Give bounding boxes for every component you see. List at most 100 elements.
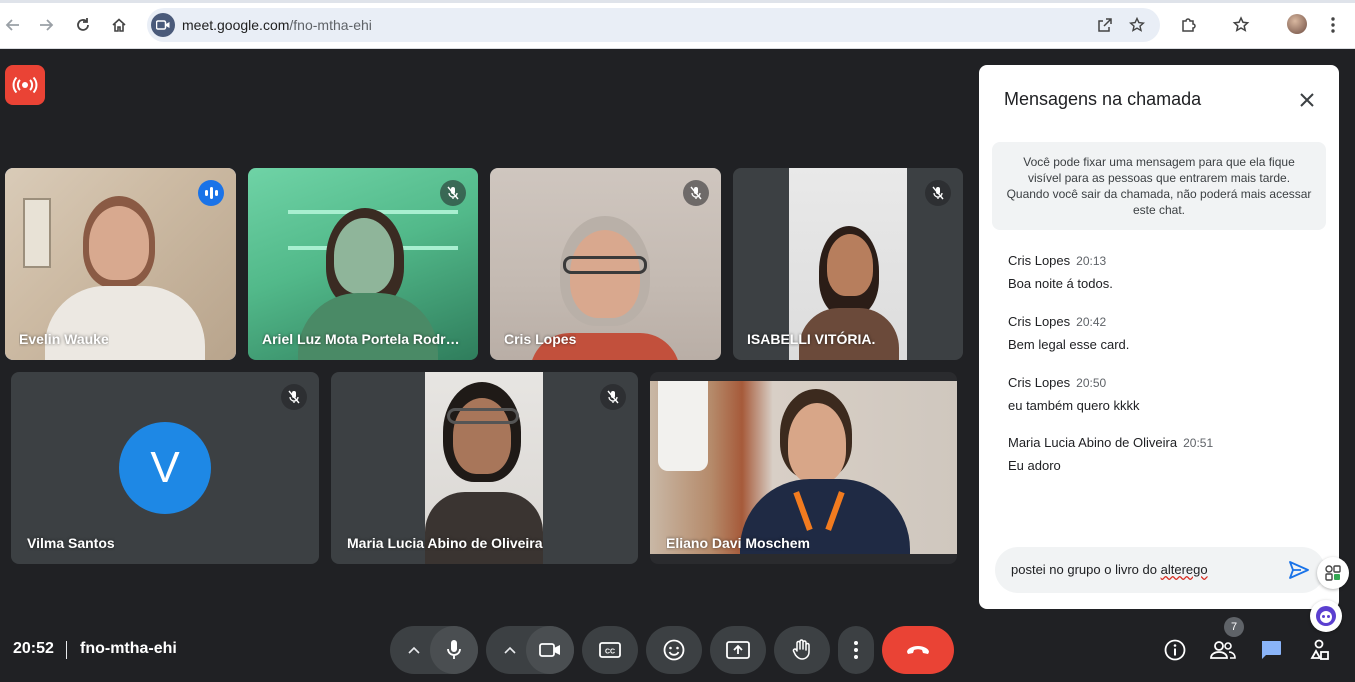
emoji-reactions-button[interactable] — [646, 626, 702, 674]
send-icon[interactable] — [1287, 558, 1311, 582]
microphone-button[interactable] — [430, 626, 478, 674]
audio-options-chevron-icon[interactable] — [394, 626, 434, 674]
glasses — [563, 256, 647, 274]
extensions-icon[interactable] — [1176, 12, 1202, 38]
assistant-extension-icon[interactable] — [1310, 600, 1342, 632]
close-icon[interactable] — [1292, 85, 1322, 115]
back-icon[interactable] — [0, 12, 26, 38]
chat-message-input[interactable]: postei no grupo o livro do alterego — [995, 547, 1325, 593]
meeting-clock: 20:52 — [13, 640, 54, 657]
message-sender: Maria Lucia Abino de Oliveira — [1008, 435, 1178, 450]
chat-input-text: postei no grupo o livro do — [1011, 562, 1161, 577]
participant-tile[interactable]: V Vilma Santos — [11, 372, 319, 564]
participant-name: Maria Lucia Abino de Oliveira — [347, 535, 543, 551]
home-icon[interactable] — [106, 12, 132, 38]
chat-message: Cris Lopes 20:42 Bem legal esse card. — [1008, 314, 1318, 352]
message-time: 20:51 — [1183, 436, 1214, 450]
chat-title: Mensagens na chamada — [1004, 89, 1202, 109]
participant-name: Vilma Santos — [27, 535, 115, 551]
person-body — [45, 286, 205, 360]
person-face — [827, 234, 873, 296]
captions-button[interactable]: CC — [582, 626, 638, 674]
mic-off-icon — [281, 384, 307, 410]
message-sender: Cris Lopes — [1008, 375, 1071, 390]
chat-message: Cris Lopes 20:13 Boa noite á todos. — [1008, 253, 1318, 291]
message-sender: Cris Lopes — [1008, 314, 1071, 329]
mic-off-icon — [600, 384, 626, 410]
chat-panel: Mensagens na chamada Você pode fixar uma… — [979, 65, 1339, 609]
meeting-code[interactable]: fno-mtha-ehi — [80, 640, 177, 658]
wall-frame — [23, 198, 51, 268]
camera-button[interactable] — [526, 626, 574, 674]
message-sender: Cris Lopes — [1008, 253, 1071, 268]
message-header: Maria Lucia Abino de Oliveira 20:51 — [1008, 435, 1318, 450]
url-host: meet.google.com — [182, 17, 290, 33]
participant-name: Evelin Wauke — [19, 331, 109, 347]
leave-call-button[interactable] — [882, 626, 954, 674]
forward-icon[interactable] — [33, 12, 59, 38]
people-count-badge: 7 — [1224, 617, 1244, 637]
mic-off-icon — [440, 180, 466, 206]
participant-tile[interactable]: ISABELLI VITÓRIA. — [733, 168, 963, 360]
activities-icon[interactable] — [1305, 636, 1333, 664]
speaking-indicator-icon — [198, 180, 224, 206]
url-path: /fno-mtha-ehi — [289, 17, 372, 33]
raise-hand-button[interactable] — [774, 626, 830, 674]
avatar: V — [119, 422, 211, 514]
people-icon[interactable] — [1209, 636, 1237, 664]
participant-tile[interactable]: Eliano Davi Moschem — [650, 372, 957, 564]
live-streaming-icon[interactable] — [5, 65, 45, 105]
meeting-details-info-icon[interactable] — [1161, 636, 1189, 664]
participant-video — [650, 381, 957, 554]
present-screen-button[interactable] — [710, 626, 766, 674]
person-body — [298, 293, 438, 360]
participant-tile[interactable]: Evelin Wauke — [5, 168, 236, 360]
participant-tile[interactable]: Cris Lopes — [490, 168, 721, 360]
profile-avatar[interactable] — [1287, 14, 1307, 34]
message-time: 20:42 — [1076, 315, 1107, 329]
message-text: Bem legal esse card. — [1008, 337, 1130, 352]
person-face — [570, 230, 640, 318]
chat-message: Maria Lucia Abino de Oliveira 20:51 Eu ad… — [1008, 435, 1318, 473]
bookmarks-icon[interactable] — [1228, 12, 1254, 38]
more-options-button[interactable] — [838, 626, 874, 674]
participant-name: Eliano Davi Moschem — [666, 535, 810, 551]
divider — [66, 641, 67, 659]
chat-message: Cris Lopes 20:50 eu também quero kkkk — [1008, 375, 1318, 413]
chat-input-value[interactable]: postei no grupo o livro do alterego — [1011, 562, 1281, 577]
hanging-clothes — [658, 381, 708, 471]
message-header: Cris Lopes 20:50 — [1008, 375, 1318, 390]
message-header: Cris Lopes 20:42 — [1008, 314, 1318, 329]
spellcheck-word: alterego — [1160, 562, 1208, 577]
browser-toolbar: meet.google.com/fno-mtha-ehi — [0, 0, 1355, 49]
participant-name: Ariel Luz Mota Portela Rodri… — [262, 331, 462, 347]
svg-text:CC: CC — [605, 649, 615, 656]
chat-info-notice: Você pode fixar uma mensagem para que el… — [992, 142, 1326, 230]
open-in-app-icon[interactable] — [1095, 15, 1115, 35]
message-text: Boa noite á todos. — [1008, 276, 1113, 291]
participant-name: ISABELLI VITÓRIA. — [747, 331, 876, 347]
address-bar[interactable]: meet.google.com/fno-mtha-ehi — [147, 8, 1160, 42]
menu-dots-icon[interactable] — [1320, 12, 1346, 38]
video-options-chevron-icon[interactable] — [490, 626, 530, 674]
message-time: 20:50 — [1076, 376, 1107, 390]
meet-site-icon[interactable] — [151, 13, 175, 37]
bookmark-star-icon[interactable] — [1127, 15, 1147, 35]
person-face — [89, 206, 149, 280]
reload-icon[interactable] — [70, 12, 96, 38]
message-text: eu também quero kkkk — [1008, 398, 1140, 413]
message-text: Eu adoro — [1008, 458, 1061, 473]
participant-tile[interactable]: Ariel Luz Mota Portela Rodri… — [248, 168, 478, 360]
mic-off-icon — [683, 180, 709, 206]
person-face — [788, 403, 846, 483]
person-face — [334, 218, 394, 294]
chat-icon[interactable] — [1257, 636, 1285, 664]
message-header: Cris Lopes 20:13 — [1008, 253, 1318, 268]
message-time: 20:13 — [1076, 254, 1107, 268]
person-body — [425, 492, 543, 564]
participant-tile[interactable]: Maria Lucia Abino de Oliveira — [331, 372, 638, 564]
participant-name: Cris Lopes — [504, 331, 577, 347]
tab-strip — [0, 0, 1355, 3]
apps-extension-icon[interactable] — [1317, 557, 1349, 589]
url-text: meet.google.com/fno-mtha-ehi — [182, 17, 372, 33]
